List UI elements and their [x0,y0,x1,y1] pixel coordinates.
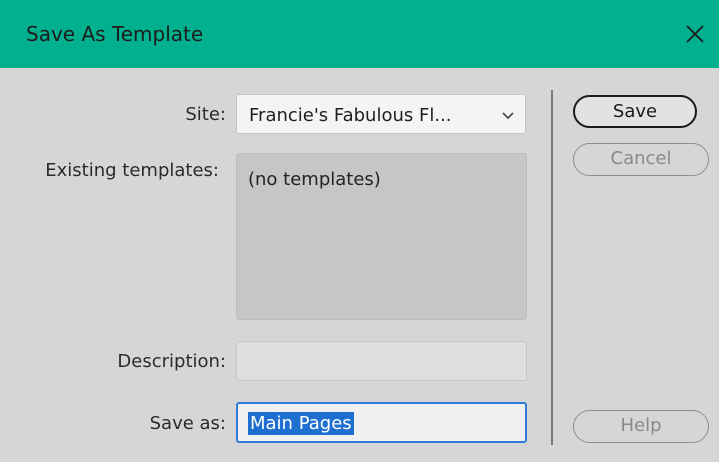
vertical-divider [551,90,553,445]
save-button[interactable]: Save [573,95,697,128]
save-as-selected-text: Main Pages [248,412,354,435]
cancel-button[interactable]: Cancel [573,143,709,176]
title-bar[interactable]: Save As Template [0,0,719,68]
site-select[interactable]: Francie's Fabulous Fl... [236,94,526,134]
chevron-down-icon [502,112,514,120]
close-icon [686,25,704,43]
site-selected-value: Francie's Fabulous Fl... [249,105,452,126]
help-button[interactable]: Help [573,410,709,443]
dialog-title: Save As Template [26,22,204,46]
save-as-label: Save as: [149,413,226,434]
save-as-input[interactable]: Main Pages [236,402,527,443]
existing-templates-list[interactable]: (no templates) [236,153,527,320]
empty-list-message: (no templates) [248,169,381,190]
site-label: Site: [185,104,226,125]
description-label: Description: [117,351,226,372]
close-button[interactable] [671,0,719,68]
save-as-template-dialog: Save As Template Site: Francie's Fabulou… [0,0,719,462]
description-input[interactable] [236,341,527,381]
existing-templates-label: Existing templates: [45,160,219,181]
